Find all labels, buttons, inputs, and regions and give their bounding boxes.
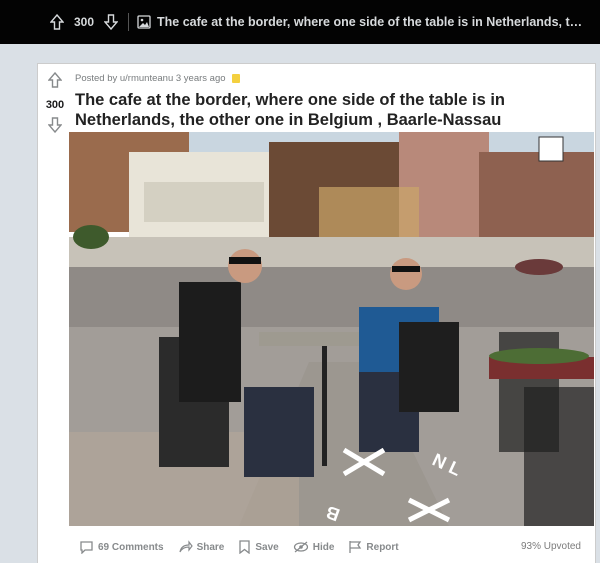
top-bar-score: 300 bbox=[74, 15, 95, 29]
post-actions: 69 Comments Share Save Hide Report bbox=[79, 537, 413, 557]
award-icon bbox=[231, 74, 240, 83]
report-label: Report bbox=[366, 541, 399, 553]
post-score: 300 bbox=[45, 99, 65, 111]
share-icon bbox=[178, 540, 193, 553]
upvote-ratio: 93% Upvoted bbox=[520, 541, 581, 552]
bookmark-icon bbox=[239, 540, 251, 554]
downvote-icon[interactable] bbox=[47, 117, 63, 138]
share-label: Share bbox=[196, 541, 225, 553]
downvote-icon[interactable] bbox=[102, 13, 120, 31]
hide-button[interactable]: Hide bbox=[293, 540, 335, 554]
image-post-icon bbox=[137, 15, 151, 29]
comments-button[interactable]: 69 Comments bbox=[79, 540, 164, 554]
top-bar: 300 The cafe at the border, where one si… bbox=[0, 0, 600, 44]
post-meta: Posted by u/rmunteanu 3 years ago bbox=[75, 73, 240, 84]
hide-label: Hide bbox=[312, 541, 335, 553]
hide-icon bbox=[293, 541, 308, 553]
save-button[interactable]: Save bbox=[238, 540, 279, 554]
post-title[interactable]: The cafe at the border, where one side o… bbox=[75, 90, 580, 130]
post-card: 300 Posted by u/rmunteanu 3 years ago Th… bbox=[37, 63, 596, 563]
save-label: Save bbox=[255, 541, 279, 553]
report-button[interactable]: Report bbox=[348, 540, 399, 554]
flag-icon bbox=[349, 541, 362, 553]
post-image[interactable]: N L B bbox=[69, 132, 594, 526]
comments-label: 69 Comments bbox=[98, 541, 164, 553]
share-button[interactable]: Share bbox=[178, 540, 225, 554]
street-photo: N L B bbox=[69, 132, 594, 526]
top-bar-title[interactable]: The cafe at the border, where one side o… bbox=[157, 15, 587, 29]
vote-column: 300 bbox=[38, 64, 72, 138]
upvote-icon[interactable] bbox=[48, 13, 66, 31]
comment-icon bbox=[80, 541, 93, 554]
posted-by[interactable]: Posted by u/rmunteanu 3 years ago bbox=[75, 73, 226, 84]
upvote-icon[interactable] bbox=[47, 71, 63, 93]
divider bbox=[128, 13, 130, 31]
